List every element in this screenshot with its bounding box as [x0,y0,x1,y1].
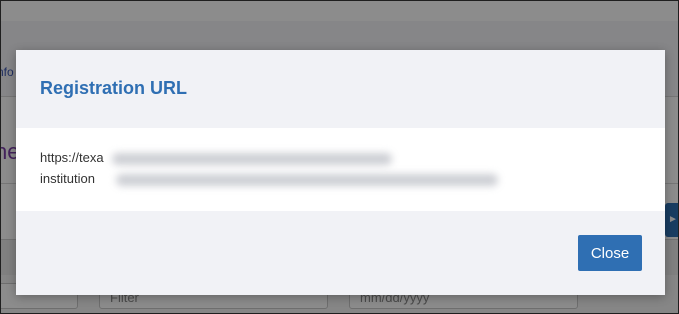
dialog-title: Registration URL [40,78,188,98]
close-button[interactable]: Close [578,235,642,271]
registration-url-dialog: Registration URL https://texa institutio… [16,50,665,295]
registration-url-line-2: institution [40,171,95,186]
dialog-header: Registration URL [16,50,665,128]
registration-url-line-1: https://texa [40,150,104,165]
redacted-url-segment-1 [112,153,392,165]
dialog-body: https://texa institution [16,128,665,211]
dialog-footer: Close [16,211,665,295]
redacted-url-segment-2 [116,174,498,186]
window-frame: nfo he ► Filter mm/dd/yyyy Registration … [0,0,679,314]
